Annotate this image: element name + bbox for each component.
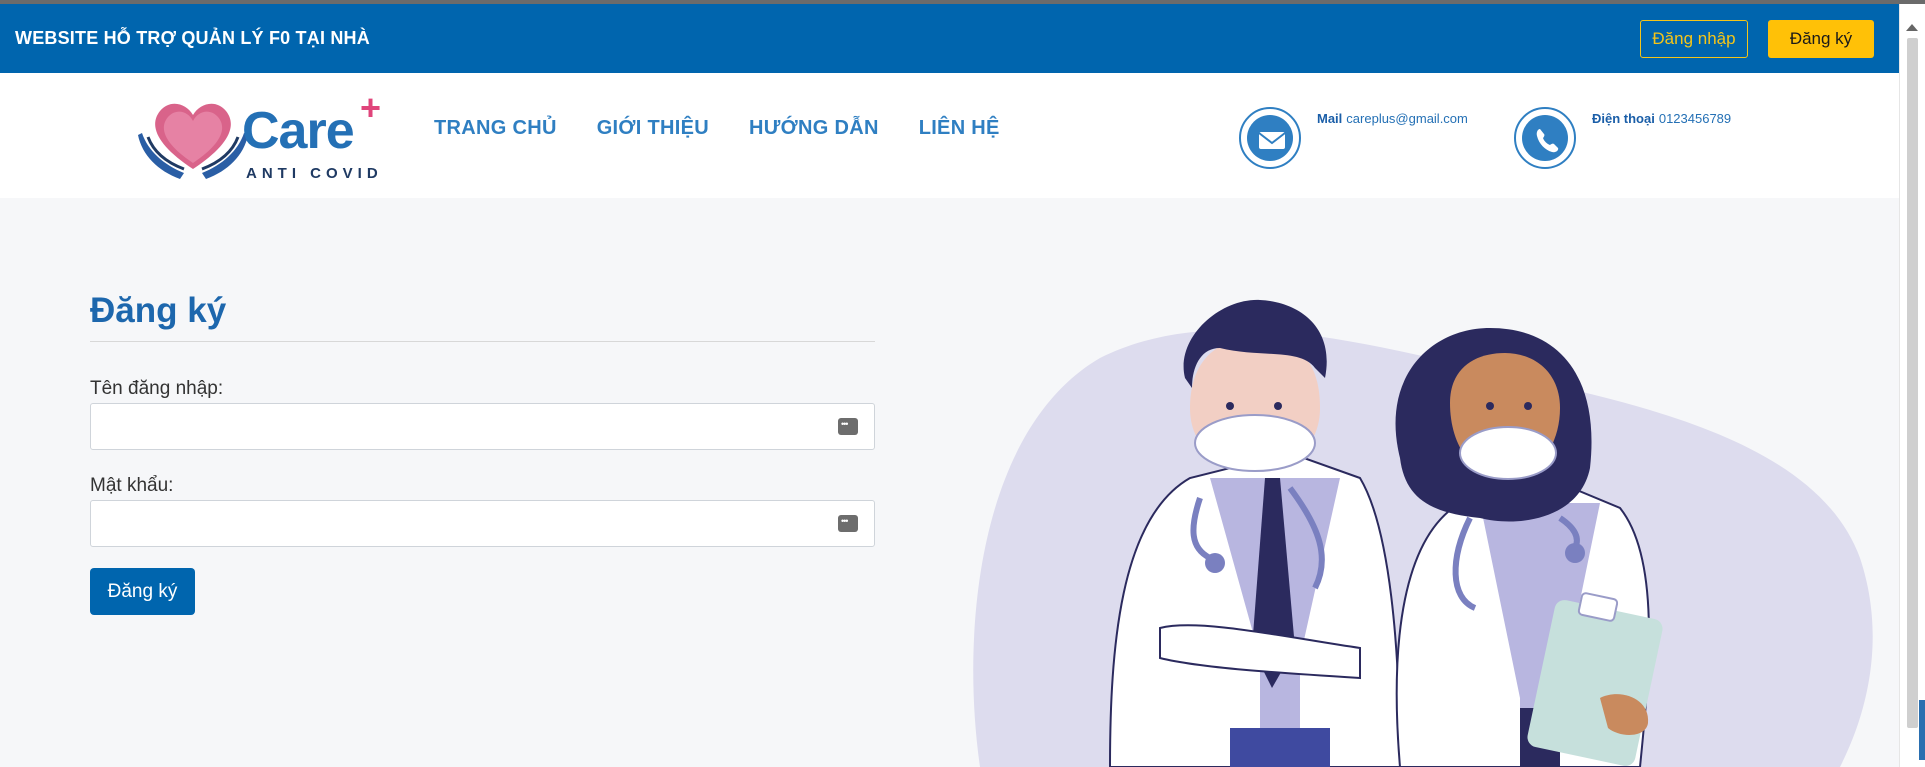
mail-icon: [1239, 107, 1301, 169]
register-button-top[interactable]: Đăng ký: [1768, 20, 1874, 58]
top-bar: WEBSITE HỖ TRỢ QUẢN LÝ F0 TẠI NHÀ Đăng n…: [0, 4, 1899, 73]
phone-icon: [1514, 107, 1576, 169]
page-scrollbar[interactable]: [1899, 4, 1925, 767]
login-button[interactable]: Đăng nhập: [1640, 20, 1748, 58]
mail-label: Mail: [1317, 111, 1343, 126]
password-label: Mật khẩu:: [90, 475, 174, 496]
nav-item-about[interactable]: GIỚI THIỆU: [597, 117, 709, 140]
window-edge: [1919, 700, 1925, 760]
contact-mail-text: Mail careplus@gmail.com: [1317, 111, 1468, 126]
female-doctor: [1395, 328, 1663, 767]
mail-value[interactable]: careplus@gmail.com: [1346, 111, 1468, 126]
logo-subtitle: ANTI COVID: [246, 165, 383, 182]
scroll-thumb[interactable]: [1907, 38, 1918, 728]
main-nav: TRANG CHỦ GIỚI THIỆU HƯỚNG DẪN LIÊN HỆ: [434, 117, 1000, 140]
scroll-up-icon[interactable]: [1906, 24, 1918, 31]
logo-plus: +: [360, 87, 382, 128]
phone-value[interactable]: 0123456789: [1659, 111, 1731, 126]
username-input[interactable]: [90, 403, 875, 450]
logo[interactable]: Care + ANTI COVID: [138, 87, 388, 182]
nav-item-guide[interactable]: HƯỚNG DẪN: [749, 117, 879, 140]
password-input[interactable]: [90, 500, 875, 547]
password-manager-icon[interactable]: [838, 418, 858, 435]
contact-phone-text: Điện thoại 0123456789: [1592, 111, 1731, 126]
site-title: WEBSITE HỖ TRỢ QUẢN LÝ F0 TẠI NHÀ: [15, 28, 370, 48]
form-title: Đăng ký: [90, 291, 227, 330]
phone-label: Điện thoại: [1592, 111, 1655, 126]
logo-brand: Care: [242, 102, 355, 160]
username-label: Tên đăng nhập:: [90, 378, 224, 399]
divider: [90, 341, 875, 342]
doctors-illustration: [973, 299, 1873, 767]
nav-item-home[interactable]: TRANG CHỦ: [434, 117, 557, 140]
nav-item-contact[interactable]: LIÊN HỆ: [919, 117, 1000, 140]
register-submit-button[interactable]: Đăng ký: [90, 568, 195, 615]
password-manager-icon[interactable]: [838, 515, 858, 532]
site-header: Care + ANTI COVID TRANG CHỦ GIỚI THIỆU H…: [0, 73, 1899, 198]
heart-hands-logo-icon: [138, 103, 248, 179]
main-content: Đăng ký Tên đăng nhập: Mật khẩu: Đăng ký: [0, 198, 1899, 767]
